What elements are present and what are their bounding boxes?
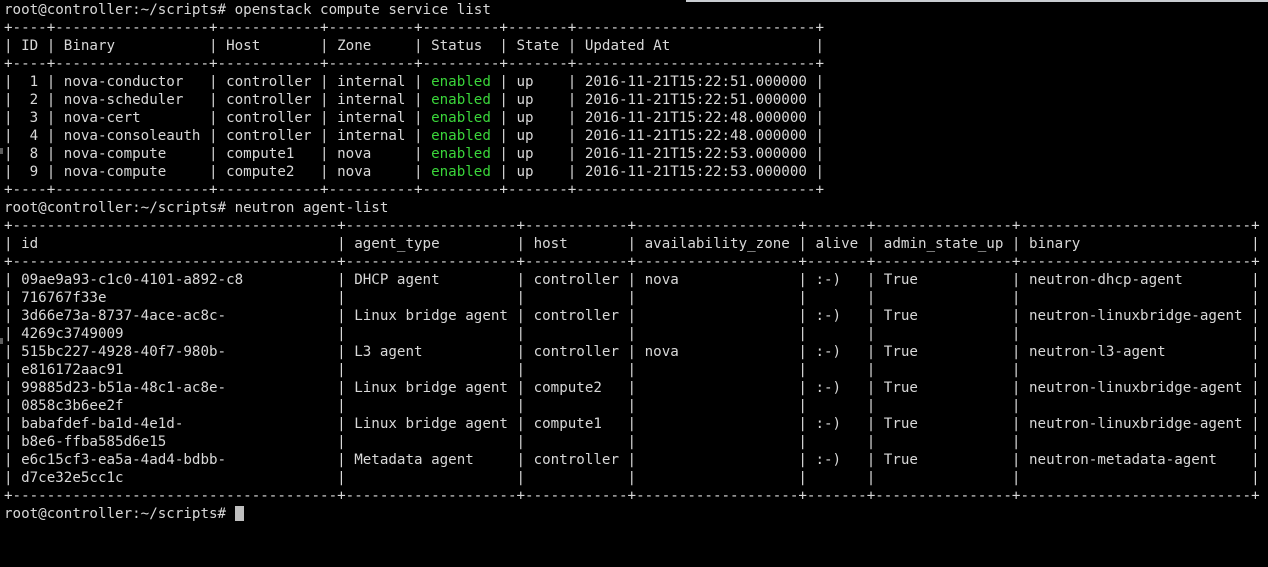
table1-separator-top: +----+------------------+------------+--… xyxy=(4,20,824,36)
command-line-2: root@controller:~/scripts# neutron agent… xyxy=(4,200,389,216)
table-row-cont: | d7ce32e5cc1c | | | | | | | xyxy=(4,470,1260,486)
table1-row0-post: | up | 2016-11-21T15:22:51.000000 | xyxy=(490,74,825,90)
table-row: | 3d66e73a-8737-4ace-ac8c- | Linux bridg… xyxy=(4,308,1260,324)
table-row: | 8 | nova-compute | compute1 | nova | e… xyxy=(4,145,1264,163)
table-row: | 4 | nova-consoleauth | controller | in… xyxy=(4,127,1264,145)
status-badge: enabled xyxy=(431,164,491,180)
table-row: | babafdef-ba1d-4e1d- | Linux bridge age… xyxy=(4,416,1260,432)
table-row: | 1 | nova-conductor | controller | inte… xyxy=(4,73,1264,91)
table-row-cont: | 4269c3749009 | | | | | | | xyxy=(4,326,1260,342)
table-row-cont: | 0858c3b6ee2f | | | | | | | xyxy=(4,398,1260,414)
text-cursor xyxy=(234,506,244,521)
table1-row2-post: | up | 2016-11-21T15:22:48.000000 | xyxy=(490,110,825,126)
table-row: | 3 | nova-cert | controller | internal … xyxy=(4,109,1264,127)
table2-separator-bottom: +--------------------------------------+… xyxy=(4,488,1260,504)
table1-row0-pre: | 1 | nova-conductor | controller | inte… xyxy=(4,74,432,90)
table1-row4-pre: | 8 | nova-compute | compute1 | nova | xyxy=(4,146,432,162)
status-badge: enabled xyxy=(431,74,491,90)
table1-separator-mid: +----+------------------+------------+--… xyxy=(4,56,824,72)
table-row-cont: | 716767f33e | | | | | | | xyxy=(4,290,1260,306)
table-row-cont: | e816172aac91 | | | | | | | xyxy=(4,362,1260,378)
table1-row5-post: | up | 2016-11-21T15:22:53.000000 | xyxy=(490,164,825,180)
table1-row1-post: | up | 2016-11-21T15:22:51.000000 | xyxy=(490,92,825,108)
scrollbar-thumb-mark-1 xyxy=(0,148,3,154)
terminal-scrollbar[interactable] xyxy=(0,0,3,567)
command-line-1: root@controller:~/scripts# openstack com… xyxy=(4,2,491,18)
terminal-screen: root@controller:~/scripts# openstack com… xyxy=(4,1,1264,523)
table1-row5-pre: | 9 | nova-compute | compute2 | nova | xyxy=(4,164,432,180)
status-badge: enabled xyxy=(431,110,491,126)
status-badge: enabled xyxy=(431,146,491,162)
status-badge: enabled xyxy=(431,128,491,144)
table1-row3-pre: | 4 | nova-consoleauth | controller | in… xyxy=(4,128,432,144)
final-prompt-line[interactable]: root@controller:~/scripts# xyxy=(4,505,1264,523)
table1-row3-post: | up | 2016-11-21T15:22:48.000000 | xyxy=(490,128,825,144)
table-row: | 2 | nova-scheduler | controller | inte… xyxy=(4,91,1264,109)
table1-row1-pre: | 2 | nova-scheduler | controller | inte… xyxy=(4,92,432,108)
table-row: | 09ae9a93-c1c0-4101-a892-c8 | DHCP agen… xyxy=(4,272,1260,288)
status-badge: enabled xyxy=(431,92,491,108)
table-row: | 515bc227-4928-40f7-980b- | L3 agent | … xyxy=(4,344,1260,360)
table2-separator-mid: +--------------------------------------+… xyxy=(4,254,1260,270)
table1-row2-pre: | 3 | nova-cert | controller | internal … xyxy=(4,110,432,126)
table-row: | 99885d23-b51a-48c1-ac8e- | Linux bridg… xyxy=(4,380,1260,396)
table-row: | e6c15cf3-ea5a-4ad4-bdbb- | Metadata ag… xyxy=(4,452,1260,468)
table1-header-row: | ID | Binary | Host | Zone | Status | S… xyxy=(4,38,824,54)
table2-header-row: | id | agent_type | host | availability_… xyxy=(4,236,1260,252)
table1-row4-post: | up | 2016-11-21T15:22:53.000000 | xyxy=(490,146,825,162)
table1-separator-bottom: +----+------------------+------------+--… xyxy=(4,182,824,198)
table2-separator-top: +--------------------------------------+… xyxy=(4,218,1260,234)
table-row-cont: | b8e6-ffba585d6e15 | | | | | | | xyxy=(4,434,1260,450)
table-row: | 9 | nova-compute | compute2 | nova | e… xyxy=(4,163,1264,181)
terminal-window[interactable]: root@controller:~/scripts# openstack com… xyxy=(0,0,1268,567)
prompt-text: root@controller:~/scripts# xyxy=(4,506,227,522)
scrollbar-thumb-mark-2 xyxy=(0,338,3,344)
